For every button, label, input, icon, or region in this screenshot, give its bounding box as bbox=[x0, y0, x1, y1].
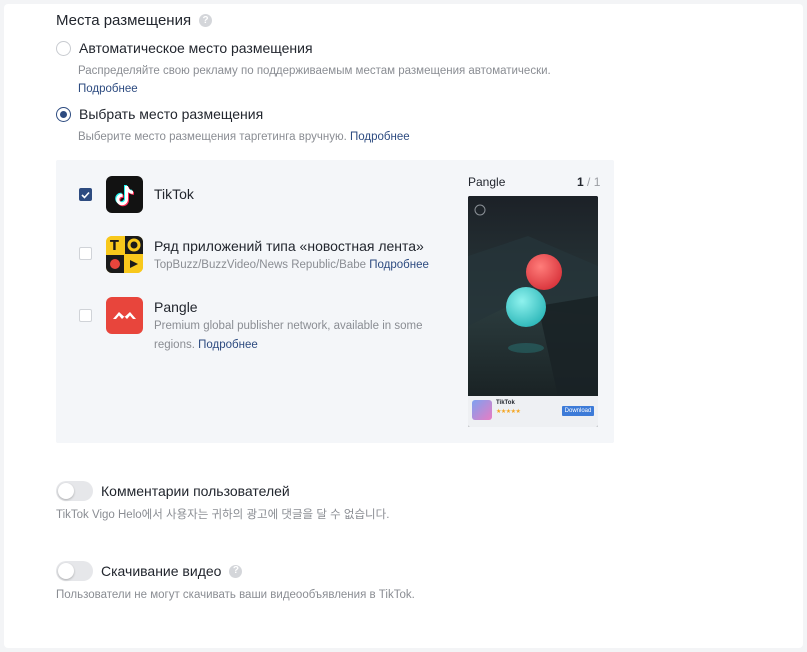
radio-auto-icon[interactable] bbox=[56, 40, 71, 56]
app-name-newsfeed: Ряд приложений типа «новостная лента» bbox=[154, 238, 424, 254]
ad-preview: TikTok ★★★★★ Download bbox=[468, 196, 598, 427]
download-toggle-row: Скачивание видео ? bbox=[56, 561, 243, 581]
auto-hint: Распределяйте свою рекламу по поддержива… bbox=[78, 62, 551, 80]
comments-hint: TikTok Vigo Helo에서 사용자는 귀하의 광고에 댓글을 달 수 … bbox=[56, 509, 390, 521]
radio-auto-label: Автоматическое место размещения bbox=[79, 40, 313, 56]
pangle-more-link[interactable]: Подробнее bbox=[198, 339, 258, 351]
download-toggle[interactable] bbox=[56, 561, 93, 581]
checkbox-pangle[interactable] bbox=[79, 309, 92, 322]
help-icon[interactable]: ? bbox=[199, 14, 213, 27]
check-icon bbox=[81, 191, 90, 199]
app-name-pangle: Pangle bbox=[154, 299, 198, 315]
comments-label: Комментарии пользователей bbox=[101, 483, 290, 499]
preview-pager: 1 / 1 bbox=[577, 175, 600, 189]
download-hint: Пользователи не могут скачивать ваши вид… bbox=[56, 589, 415, 601]
manual-hint-text: Выберите место размещения таргетинга вру… bbox=[78, 131, 347, 143]
radio-manual-placement[interactable]: Выбрать место размещения bbox=[56, 106, 263, 122]
topbuzz-icon: T bbox=[106, 236, 143, 273]
comments-toggle[interactable] bbox=[56, 481, 93, 501]
ad-stars: ★★★★★ bbox=[496, 409, 521, 415]
preview-label: Pangle bbox=[468, 175, 506, 189]
checkbox-newsfeed[interactable] bbox=[79, 247, 92, 260]
comments-toggle-row: Комментарии пользователей bbox=[56, 481, 290, 501]
manual-more-link[interactable]: Подробнее bbox=[350, 131, 410, 143]
app-desc-pangle-line2: regions. Подробнее bbox=[154, 336, 258, 355]
auto-hint-text: Распределяйте свою рекламу по поддержива… bbox=[78, 65, 551, 77]
pangle-icon bbox=[106, 297, 143, 334]
ad-app-name: TikTok bbox=[496, 400, 515, 406]
preview-page-total: / 1 bbox=[587, 175, 601, 189]
radio-manual-label: Выбрать место размещения bbox=[79, 106, 264, 122]
placements-title: Места размещения bbox=[56, 12, 192, 29]
placements-section-title: Места размещения ? bbox=[56, 12, 213, 29]
radio-auto-placement[interactable]: Автоматическое место размещения bbox=[56, 40, 313, 56]
ad-download-button[interactable]: Download bbox=[562, 406, 594, 416]
checkbox-tiktok[interactable] bbox=[79, 188, 92, 201]
newsfeed-more-link[interactable]: Подробнее bbox=[369, 259, 429, 271]
svg-text:T: T bbox=[110, 239, 119, 254]
manual-hint: Выберите место размещения таргетинга вру… bbox=[78, 128, 410, 146]
radio-manual-icon[interactable] bbox=[56, 106, 71, 122]
app-desc-newsfeed: TopBuzz/BuzzVideo/News Republic/Babe Под… bbox=[154, 256, 429, 275]
app-name-tiktok: TikTok bbox=[154, 186, 194, 202]
newsfeed-desc-text: TopBuzz/BuzzVideo/News Republic/Babe bbox=[154, 259, 367, 271]
download-help-icon[interactable]: ? bbox=[229, 564, 243, 578]
preview-scene-image bbox=[468, 196, 598, 427]
ad-app-icon bbox=[472, 400, 492, 420]
app-desc-pangle-line1: Premium global publisher network, availa… bbox=[154, 320, 423, 332]
auto-more-wrap: Подробнее bbox=[78, 80, 138, 98]
download-label: Скачивание видео bbox=[101, 563, 222, 579]
auto-more-link[interactable]: Подробнее bbox=[78, 83, 138, 95]
pangle-desc-line2-text: regions. bbox=[154, 339, 195, 351]
preview-page-current: 1 bbox=[577, 175, 584, 189]
tiktok-icon bbox=[106, 176, 143, 213]
